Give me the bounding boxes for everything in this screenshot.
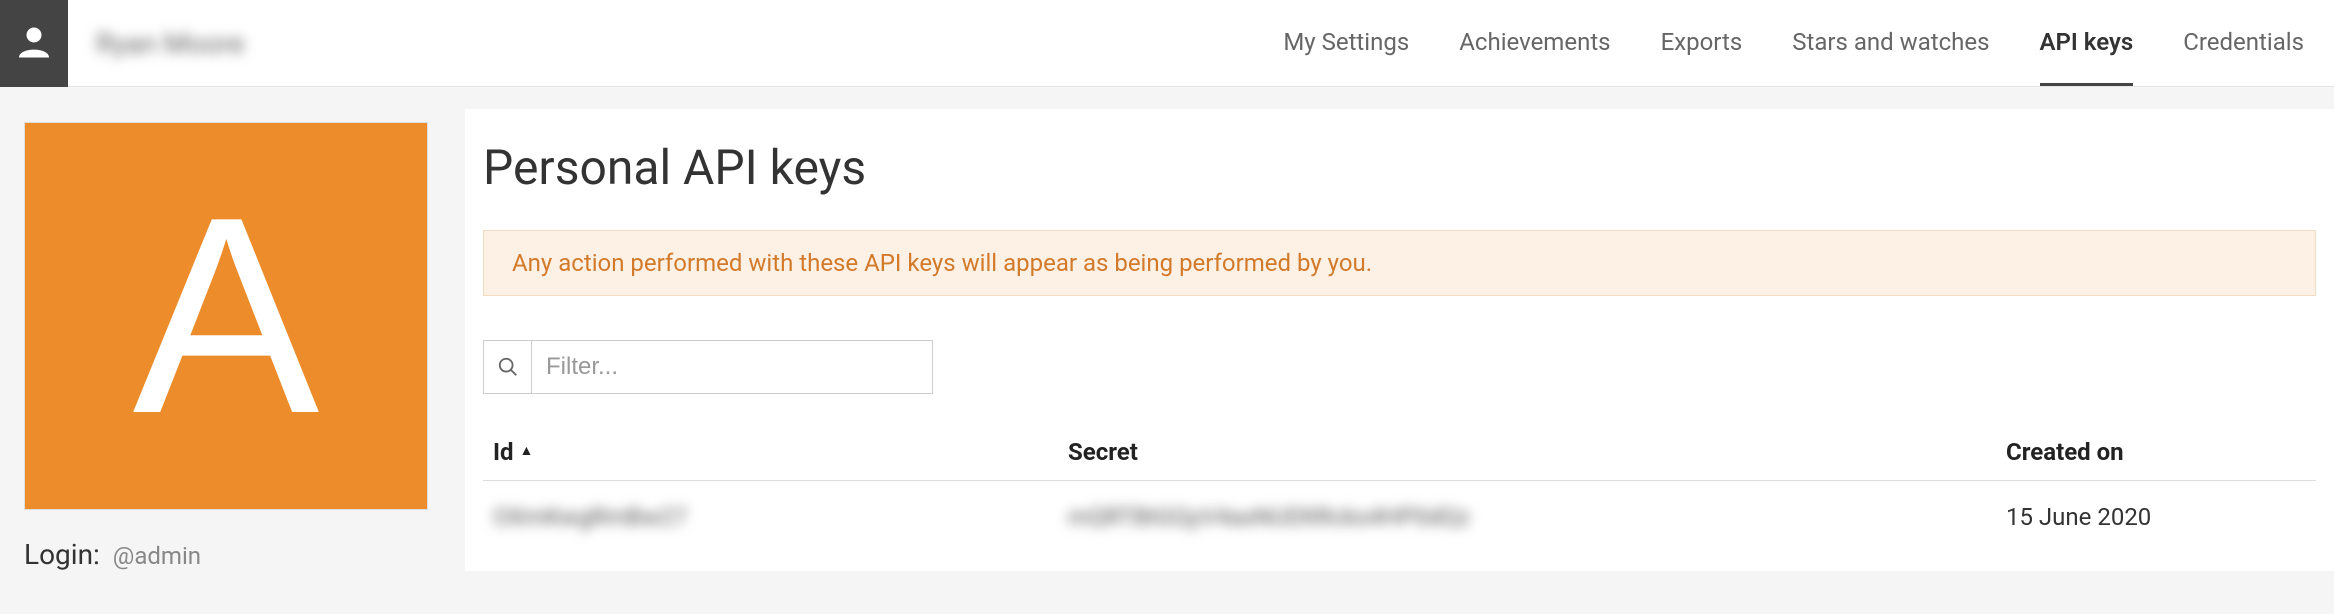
sidebar: A Login: @admin	[0, 87, 465, 571]
info-notice: Any action performed with these API keys…	[483, 230, 2316, 296]
sort-ascending-icon: ▲	[520, 442, 534, 459]
nav-my-settings[interactable]: My Settings	[1283, 0, 1409, 86]
avatar-letter: A	[133, 156, 320, 477]
table-header: Id ▲ Secret Created on	[483, 424, 2316, 481]
nav-credentials[interactable]: Credentials	[2183, 0, 2304, 86]
column-header-id-label: Id	[493, 438, 514, 466]
search-icon	[484, 341, 532, 393]
column-header-created[interactable]: Created on	[2006, 438, 2306, 466]
table-row[interactable]: OXmKwgRmBw27 mQRTBtGQyV4axNUDltRcks4HP0d…	[483, 481, 2316, 553]
page-title: Personal API keys	[465, 139, 2334, 216]
login-row: Login: @admin	[24, 538, 441, 571]
header-username: Ryan Moore	[96, 27, 244, 60]
login-label: Login:	[24, 538, 100, 571]
settings-nav: My Settings Achievements Exports Stars a…	[1283, 0, 2334, 86]
user-icon-box	[0, 0, 68, 87]
login-handle: @admin	[113, 542, 201, 570]
layout: A Login: @admin Personal API keys Any ac…	[0, 87, 2334, 571]
filter-row	[483, 340, 2316, 394]
nav-stars-watches[interactable]: Stars and watches	[1792, 0, 1989, 86]
cell-id: OXmKwgRmBw27	[493, 503, 1068, 531]
cell-secret: mQRTBtGQyV4axNUDltRcks4HP0dQz	[1068, 503, 2006, 531]
nav-achievements[interactable]: Achievements	[1459, 0, 1610, 86]
column-header-secret[interactable]: Secret	[1068, 438, 2006, 466]
filter-input[interactable]	[532, 341, 932, 393]
avatar: A	[24, 122, 428, 510]
app-header: Ryan Moore My Settings Achievements Expo…	[0, 0, 2334, 87]
person-icon	[16, 22, 52, 64]
cell-created: 15 June 2020	[2006, 503, 2306, 531]
column-header-id[interactable]: Id ▲	[493, 438, 1068, 466]
main-content: Personal API keys Any action performed w…	[465, 109, 2334, 571]
filter-box	[483, 340, 933, 394]
nav-api-keys[interactable]: API keys	[2040, 0, 2134, 86]
nav-exports[interactable]: Exports	[1661, 0, 1743, 86]
